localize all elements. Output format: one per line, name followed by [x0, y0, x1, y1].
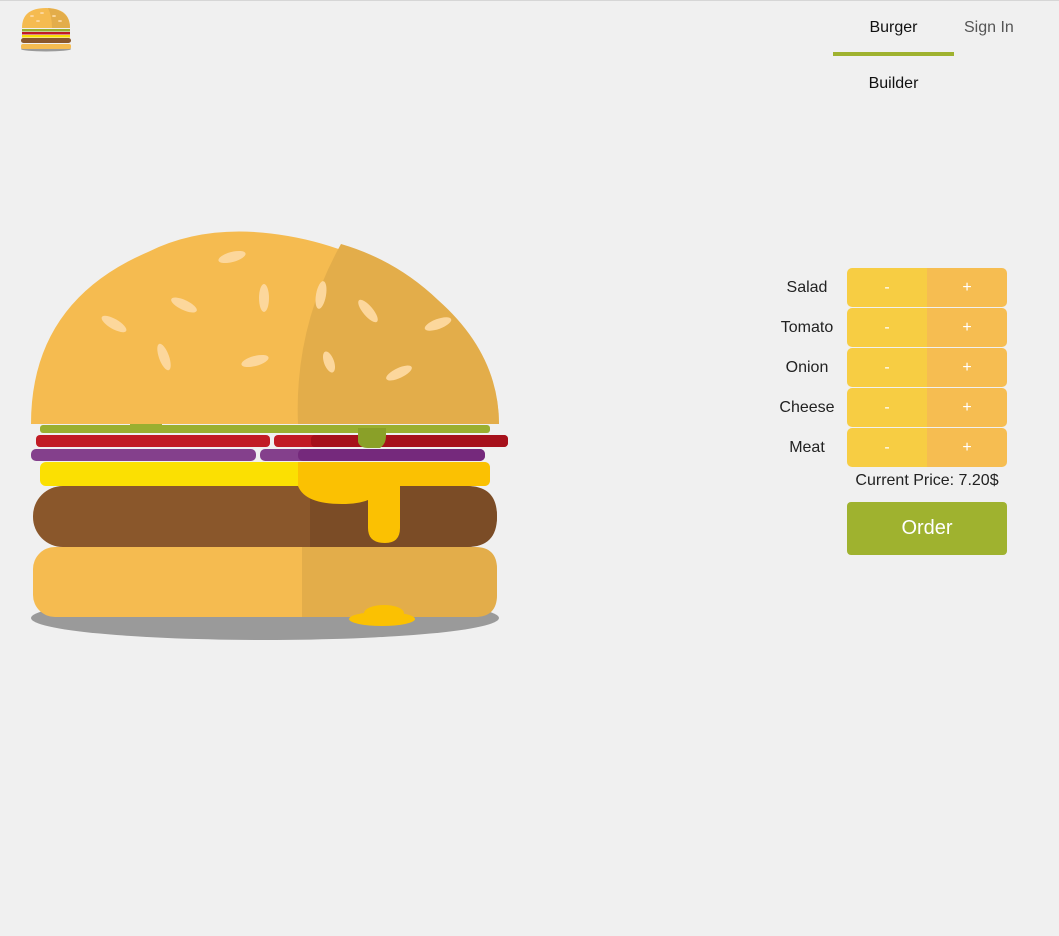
burger-logo-icon[interactable] — [18, 6, 74, 52]
ingredient-label: Salad — [786, 279, 828, 296]
more-meat-button[interactable]: + — [927, 428, 1007, 467]
more-cheese-button[interactable]: + — [927, 388, 1007, 427]
main-nav: Burger Builder Sign In — [833, 0, 1041, 92]
ingredient-label: Meat — [789, 439, 825, 456]
current-price: Current Price: 7.20$ — [855, 472, 999, 489]
ingredient-label: Tomato — [780, 319, 834, 336]
build-control-cheese: Cheese - + — [766, 388, 1026, 428]
ingredient-label: Onion — [785, 359, 829, 376]
onion-layer — [31, 449, 485, 461]
bread-top — [31, 231, 499, 424]
nav-sign-in[interactable]: Sign In — [954, 0, 1041, 56]
build-control-onion: Onion - + — [766, 348, 1026, 388]
nav-burger-builder[interactable]: Burger Builder — [833, 0, 954, 92]
less-tomato-button[interactable]: - — [847, 308, 927, 347]
burger-preview — [28, 230, 512, 644]
build-control-meat: Meat - + — [766, 428, 1026, 468]
order-button[interactable]: Order — [847, 502, 1007, 555]
build-control-tomato: Tomato - + — [766, 308, 1026, 348]
less-meat-button[interactable]: - — [847, 428, 927, 467]
tomato-layer — [36, 435, 508, 447]
less-salad-button[interactable]: - — [847, 268, 927, 307]
meat-layer — [33, 486, 497, 547]
more-tomato-button[interactable]: + — [927, 308, 1007, 347]
more-salad-button[interactable]: + — [927, 268, 1007, 307]
build-control-salad: Salad - + — [766, 268, 1026, 308]
bread-bottom — [33, 547, 497, 626]
ingredient-label: Cheese — [779, 399, 835, 416]
more-onion-button[interactable]: + — [927, 348, 1007, 387]
build-controls: Salad - + Tomato - + Onion - + Cheese - … — [766, 268, 1026, 555]
less-onion-button[interactable]: - — [847, 348, 927, 387]
less-cheese-button[interactable]: - — [847, 388, 927, 427]
